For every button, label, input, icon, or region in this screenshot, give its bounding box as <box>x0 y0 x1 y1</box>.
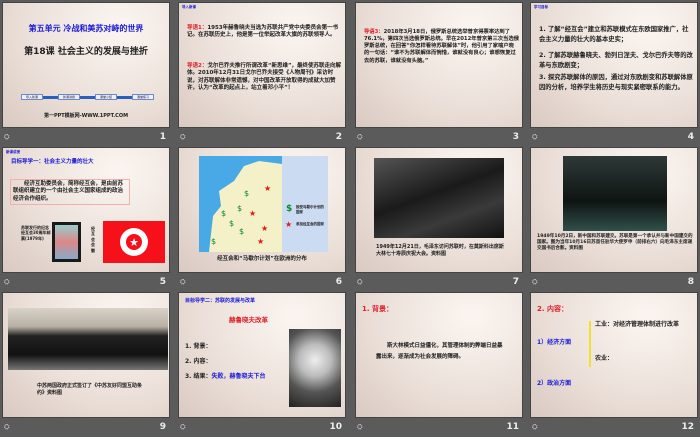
nav-button[interactable]: 课堂小结 <box>95 94 117 100</box>
transition-icon: ⛭ <box>180 278 186 286</box>
historical-photo <box>563 156 667 231</box>
politics-label: 2）政治方面 <box>537 380 572 387</box>
legend-item: 接受马歇尔计划的国家 <box>296 205 324 214</box>
khrushchev-portrait <box>289 329 341 407</box>
bracket-line <box>589 321 591 367</box>
slide-tag: 新课讲授 <box>6 150 20 154</box>
goal-item: 1. 了解“经互会”建立和苏联模式在东欧国家推广，社会主义力量的壮大的基本史实； <box>539 26 689 44</box>
lead-text: 1953年赫鲁晓夫当选为苏联共产党中央委员会第一书记。在苏联历史上，他是第一位举… <box>187 25 339 39</box>
slide-tag: 导入新课 <box>182 5 196 9</box>
slide-thumbnail-5[interactable]: 新课讲授 目标导学一：社会主义力量的壮大 经济互助委员会，简称经互会，是由前苏联… <box>2 147 170 292</box>
agriculture-text: 农业： <box>595 355 614 362</box>
slide-thumbnail-11[interactable]: 1. 背景： 斯大林模式日益僵化，其管理体制的弊端日益暴露出来，逐渐成为社会发展… <box>355 292 523 437</box>
slide-number: 4 <box>687 132 694 142</box>
stamp-image <box>52 222 81 262</box>
result-text: 失败，赫鲁晓夫下台 <box>211 373 266 380</box>
slide-number: 5 <box>159 277 166 287</box>
goal-item: 2. 了解苏联赫鲁晓夫、勃列日涅夫、戈尔巴乔夫等的改革与东欧剧变； <box>539 52 693 70</box>
slide-number: 7 <box>512 277 519 287</box>
svg-text:★: ★ <box>264 184 271 193</box>
econ-label: 1）经济方面 <box>537 339 572 346</box>
nav-button[interactable]: 导入新课 <box>21 94 43 100</box>
slide-thumbnail-4[interactable]: 学习目标 1. 了解“经互会”建立和苏联模式在东欧国家推广，社会主义力量的壮大的… <box>530 2 698 147</box>
nav-button[interactable]: 新课讲授 <box>58 94 80 100</box>
section-heading: 1. 背景： <box>362 305 393 313</box>
transition-icon: ⛭ <box>180 133 186 141</box>
list-item: 2. 内容： <box>185 358 212 365</box>
slide-number: 1 <box>159 132 166 142</box>
stamp-caption: 苏联发行的纪念经互会30周年邮票(1979年) <box>21 225 51 241</box>
svg-text:★: ★ <box>249 209 256 218</box>
photo-caption: 1949年12月21日，毛泽东访问苏联时，在莫斯科出席斯大林七十寿辰庆祝大会。资… <box>376 244 504 257</box>
svg-text:★: ★ <box>261 224 268 233</box>
dollar-icon: $ <box>286 204 293 214</box>
historical-photo <box>374 158 504 238</box>
nav-button[interactable]: 课堂练习 <box>132 94 154 100</box>
industry-text: 工业：对经济管理体制进行改革 <box>595 321 680 328</box>
section-heading: 2. 内容： <box>537 305 568 313</box>
transition-icon: ⛭ <box>357 133 363 141</box>
historical-photo <box>8 308 168 370</box>
slide-thumbnail-6[interactable]: $ $ $ $ $ $ ★ ★ ★ ★ $ 接受马歇尔计划的国家 ★ 参加经互会的国家 经互会和“… <box>178 147 346 292</box>
comecon-emblem: ★ <box>103 221 165 263</box>
transition-icon: ⛭ <box>357 278 363 286</box>
map-caption: 经互会和“马歇尔计划”在欧洲的分布 <box>217 256 307 262</box>
definition-text: 经济互助委员会，简称经互会，是由前苏联组织建立的一个由社会主义国家组成的政治经济… <box>10 179 130 206</box>
svg-text:$: $ <box>237 204 242 213</box>
slide-thumbnail-10[interactable]: 目标导学二：苏联的发展与改革 赫鲁晓夫改革 1. 背景： 2. 内容： 3. 结… <box>178 292 346 437</box>
subheading: 赫鲁晓夫改革 <box>229 316 268 324</box>
slide-tag: 学习目标 <box>534 5 548 9</box>
lesson-title: 第18课 社会主义的发展与挫折 <box>24 47 148 57</box>
svg-text:★: ★ <box>257 237 264 246</box>
europe-map: $ $ $ $ $ $ ★ ★ ★ ★ <box>199 156 282 252</box>
lead-text: 2018年3月18日，俄罗斯总统选举普京得票率达到了76.1%，第四次当选俄罗斯… <box>364 29 519 64</box>
emblem-caption: 经互会会徽 <box>91 226 95 253</box>
slide-thumbnail-1[interactable]: 第五单元 冷战和美苏对峙的世界 第18课 社会主义的发展与挫折 导入新课 新课讲… <box>2 2 170 147</box>
photo-caption: 1949年10月2日，新中国和苏联建交。苏联是第一个承认并与新中国建交的国家。图… <box>537 234 693 252</box>
legend-box: $ 接受马歇尔计划的国家 ★ 参加经互会的国家 <box>282 156 328 252</box>
slide-number: 2 <box>335 132 342 142</box>
slide-number: 8 <box>687 277 694 287</box>
body-text: 斯大林模式日益僵化，其管理体制的弊端日益暴露出来，逐渐成为社会发展的障碍。 <box>376 343 503 360</box>
list-item: 3. 结果： <box>185 373 212 380</box>
svg-text:★: ★ <box>129 236 139 249</box>
lead-label: 导语1： <box>187 25 208 31</box>
transition-icon: ⛭ <box>532 278 538 286</box>
svg-text:$: $ <box>239 227 244 236</box>
slide-thumbnail-3[interactable]: 导语3：2018年3月18日，俄罗斯总统选举普京得票率达到了76.1%，第四次当… <box>355 2 523 147</box>
footer-text: 第一PPT模板网-WWW.1PPT.COM <box>43 113 129 119</box>
list-item: 1. 背景： <box>185 343 212 350</box>
slide-number: 6 <box>335 277 342 287</box>
section-heading: 目标导学二：苏联的发展与改革 <box>185 298 256 304</box>
slide-thumbnail-9[interactable]: 中苏两国政府正式签订了《中苏友好同盟互助条约》资料图 ⛭ 9 <box>2 292 170 437</box>
lead-label: 导语2： <box>187 63 208 69</box>
transition-icon: ⛭ <box>532 133 538 141</box>
slide-thumbnail-2[interactable]: 导入新课 导语1：1953年赫鲁晓夫当选为苏联共产党中央委员会第一书记。在苏联历… <box>178 2 346 147</box>
svg-text:$: $ <box>221 209 226 218</box>
unit-title: 第五单元 冷战和美苏对峙的世界 <box>28 24 144 33</box>
legend-item: 参加经互会的国家 <box>296 222 324 226</box>
lead-text: 戈尔巴乔夫推行所谓改革“新思维”，最终使苏联走向解体。2010年12月31日戈尔… <box>187 63 342 92</box>
svg-text:$: $ <box>211 237 216 246</box>
lead-label: 导语3： <box>364 29 384 35</box>
svg-text:$: $ <box>229 219 234 228</box>
transition-icon: ⛭ <box>4 133 10 141</box>
transition-icon: ⛭ <box>4 278 10 286</box>
svg-text:$: $ <box>244 189 249 198</box>
photo-caption: 中苏两国政府正式签订了《中苏友好同盟互助条约》资料图 <box>37 383 143 396</box>
slide-thumbnail-8[interactable]: 1949年10月2日，新中国和苏联建交。苏联是第一个承认并与新中国建交的国家。图… <box>530 147 698 292</box>
goal-item: 3. 探究苏联解体的原因，通过对东欧剧变和苏联解体原因的分析，培养学生将历史与现… <box>539 74 693 92</box>
star-icon: ★ <box>285 220 293 229</box>
slide-thumbnail-7[interactable]: 1949年12月21日，毛泽东访问苏联时，在莫斯科出席斯大林七十寿辰庆祝大会。资… <box>355 147 523 292</box>
slide-thumbnail-12[interactable]: 2. 内容： 1）经济方面 工业：对经济管理体制进行改革 农业： 2）政治方面 … <box>530 292 698 437</box>
section-heading: 目标导学一：社会主义力量的壮大 <box>11 159 94 165</box>
slide-number: 3 <box>512 132 519 142</box>
